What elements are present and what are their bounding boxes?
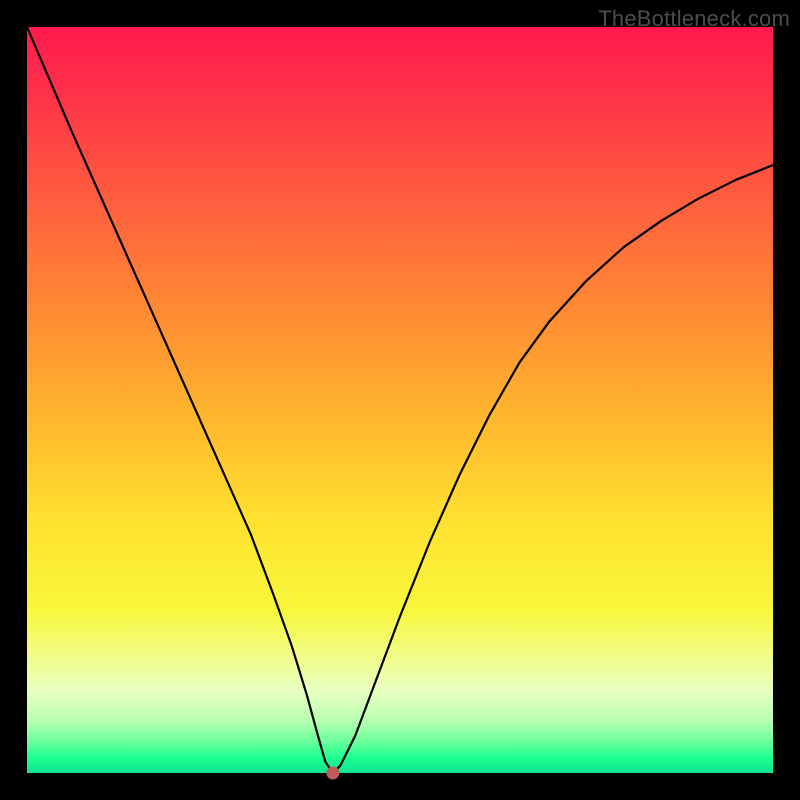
- curve-layer: [27, 27, 773, 773]
- optimum-marker: [327, 767, 339, 779]
- plot-area: [27, 27, 773, 773]
- watermark-text: TheBottleneck.com: [598, 6, 790, 32]
- chart-frame: TheBottleneck.com: [0, 0, 800, 800]
- bottleneck-curve: [27, 27, 773, 773]
